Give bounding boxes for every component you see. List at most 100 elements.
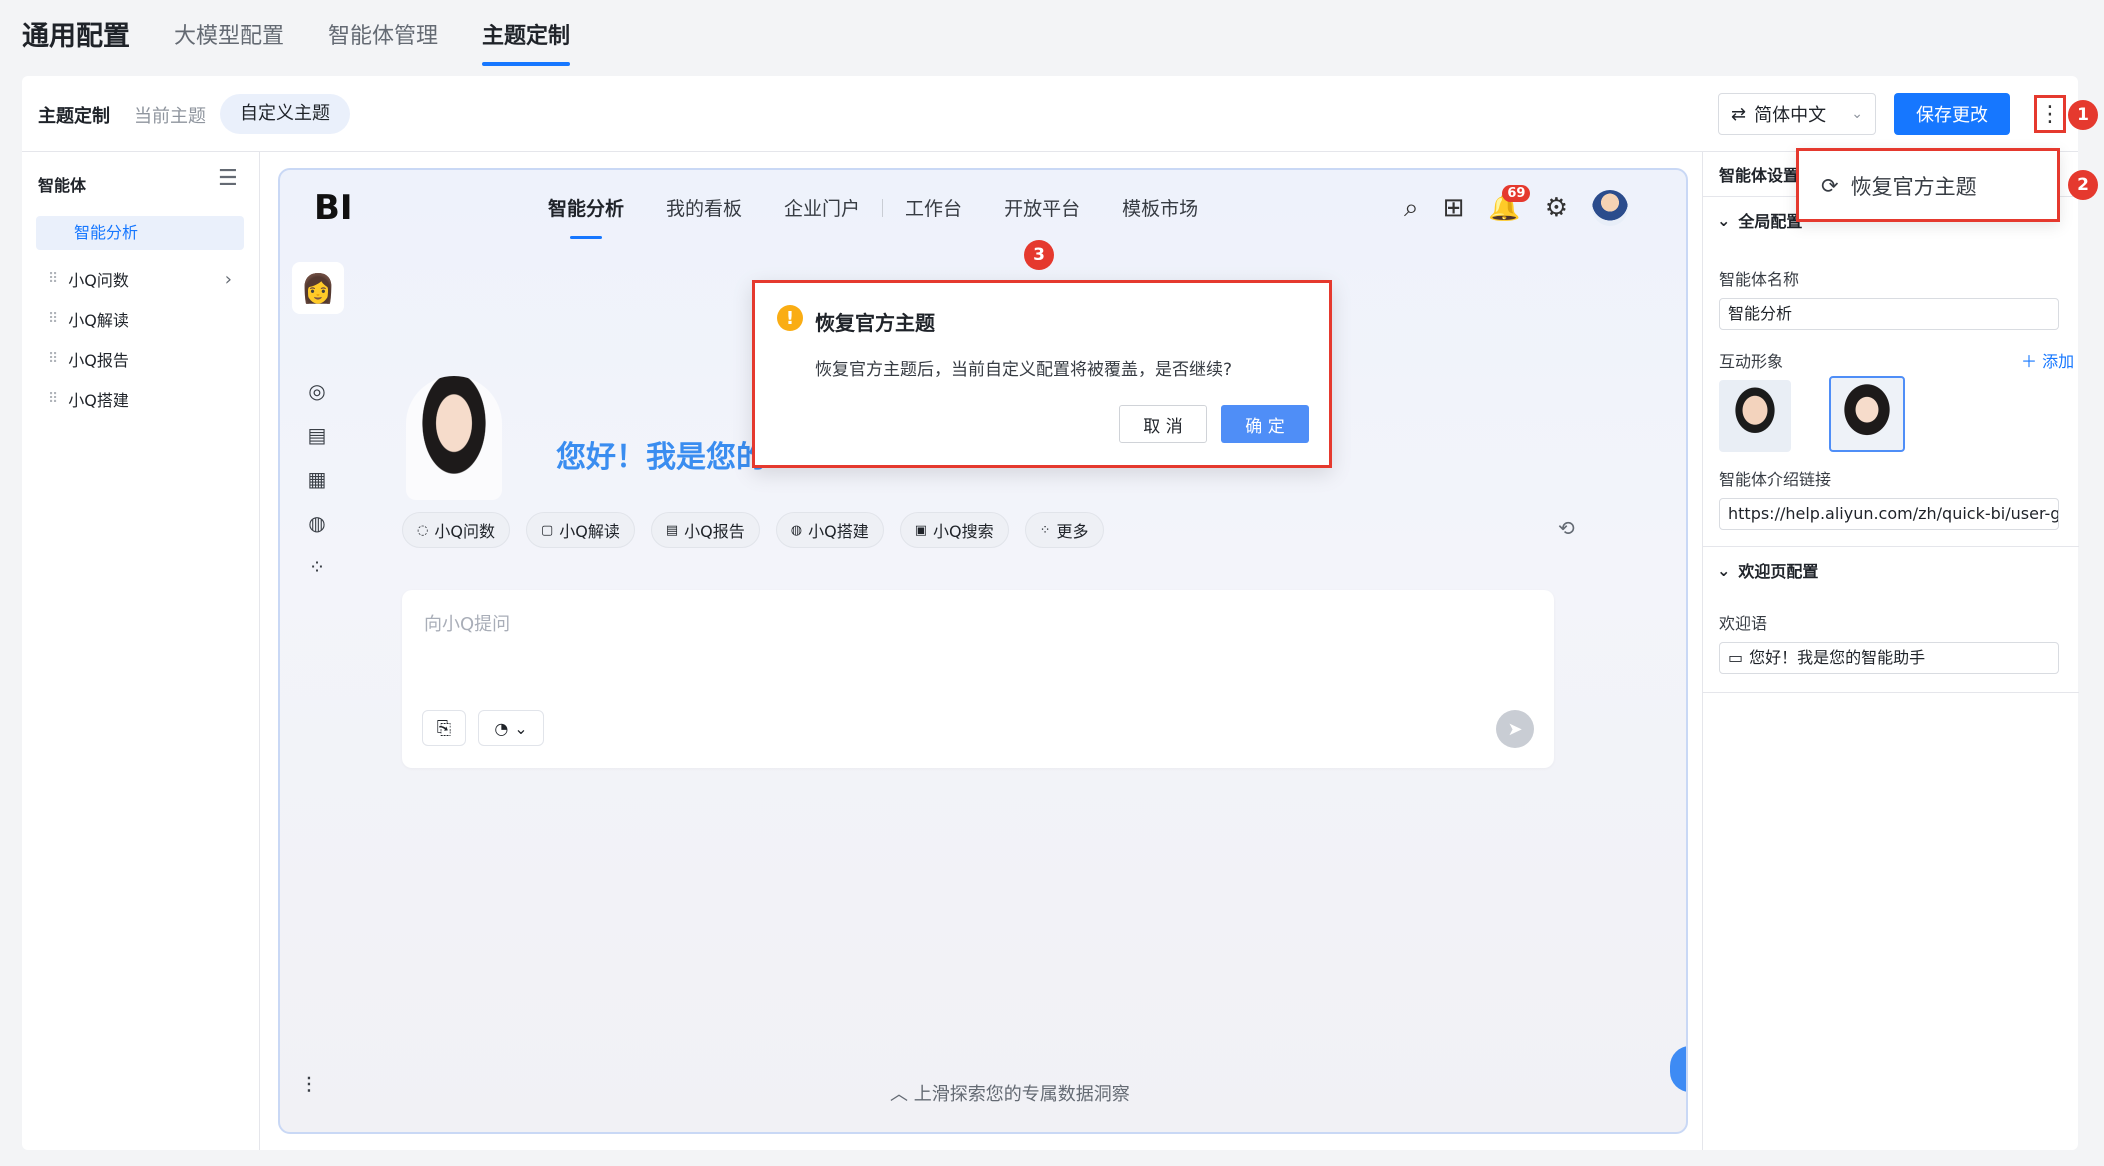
dialog-title: 恢复官方主题 — [815, 311, 935, 335]
language-value: 简体中文 — [1754, 105, 1827, 126]
tab-custom-theme[interactable]: 自定义主题 — [220, 94, 350, 134]
greeting-text: 您好！我是您的 — [556, 440, 766, 475]
sliders-icon[interactable]: ⫶ — [306, 1074, 312, 1099]
tab-current-theme[interactable]: 当前主题 — [134, 102, 206, 128]
left-sidebar: 智能体 ☰ 智能分析 ⠿ 小Q问数 › ⠿ 小Q解读 ⠿ 小Q报告 ⠿ 小Q搭建 — [22, 152, 260, 1150]
chip-xiaoq-report[interactable]: ▤ 小Q报告 — [650, 512, 760, 548]
panel-title: 智能体设置 — [1719, 166, 1800, 185]
chip-label: 小Q搭建 — [808, 522, 869, 541]
translate-icon: ⇄ — [1731, 103, 1747, 125]
chip-xiaoq-search[interactable]: ▣ 小Q搜索 — [899, 512, 1009, 548]
preview-nav: 智能分析 我的看板 企业门户 工作台 开放平台 模板市场 — [548, 194, 1198, 239]
agent-avatar[interactable]: 👩 — [292, 262, 344, 314]
sidebar-item-xiaoq-interpret[interactable]: ⠿ 小Q解读 — [36, 302, 244, 336]
history-icon[interactable]: ⟲ — [1558, 516, 1575, 540]
confirm-dialog: ! 恢复官方主题 恢复官方主题后，当前自定义配置将被覆盖，是否继续? 取 消 确… — [752, 280, 1332, 468]
apps-grid-icon[interactable]: ⊞ — [1443, 193, 1465, 223]
main-panel: 主题定制 当前主题 自定义主题 ⇄ 简体中文 ⌄ 保存更改 ⋮ 智能体 ☰ 智能… — [22, 76, 2079, 1150]
chevron-down-icon: ⌄ — [1717, 560, 1731, 580]
nav-workbench[interactable]: 工作台 — [905, 194, 962, 221]
drag-handle-icon[interactable]: ⠿ — [48, 351, 58, 367]
intro-link-input[interactable]: https://help.aliyun.com/zh/quick-bi/user… — [1719, 498, 2059, 530]
section-welcome-config[interactable]: ⌄ 欢迎页配置 — [1717, 558, 1818, 582]
tab-model-config[interactable]: 大模型配置 — [174, 18, 284, 58]
scroll-hint: ︿ 上滑探索您的专属数据洞察 — [890, 1084, 1130, 1105]
refresh-icon: ⟳ — [1821, 174, 1839, 198]
gear-icon[interactable]: ⚙ — [1545, 193, 1568, 223]
send-icon[interactable]: ➤ — [1496, 710, 1534, 748]
avatar-option-male[interactable] — [1719, 380, 1791, 452]
collapse-sidebar-icon[interactable]: ☰ — [218, 166, 238, 191]
tab-theme-custom[interactable]: 主题定制 — [482, 18, 571, 66]
chip-xiaoq-build[interactable]: ◍ 小Q搭建 — [775, 512, 884, 548]
drag-handle-icon[interactable]: ⠿ — [48, 391, 58, 407]
avatar-label: 互动形象 — [1719, 352, 1784, 371]
nav-smart-analysis[interactable]: 智能分析 — [548, 194, 624, 239]
sidebar-item-smart-analysis[interactable]: 智能分析 — [36, 216, 244, 250]
language-select[interactable]: ⇄ 简体中文 ⌄ — [1718, 93, 1876, 135]
sidebar-item-xiaoq-build[interactable]: ⠿ 小Q搭建 — [36, 382, 244, 416]
agent-name-input[interactable]: 智能分析 — [1719, 298, 2059, 330]
query-icon: ◌ — [417, 522, 429, 538]
menu-item-label: 恢复官方主题 — [1850, 175, 1977, 199]
tab-agent-management[interactable]: 智能体管理 — [328, 18, 438, 58]
chip-xiaoq-query[interactable]: ◌ 小Q问数 — [402, 512, 510, 548]
user-avatar[interactable] — [1592, 190, 1629, 226]
chevron-down-icon: ⌄ — [514, 718, 528, 738]
nav-my-dashboard[interactable]: 我的看板 — [666, 194, 742, 221]
section-global-config[interactable]: ⌄ 全局配置 — [1717, 208, 1802, 232]
more-apps-icon[interactable]: ⁘ — [304, 554, 330, 580]
build-icon[interactable]: ◍ — [304, 510, 330, 536]
book-icon[interactable]: ▤ — [304, 422, 330, 448]
floating-assistant-button[interactable] — [1670, 1046, 1686, 1092]
add-avatar-button[interactable]: ＋ 添加 — [2021, 348, 2074, 372]
chevron-right-icon[interactable]: › — [225, 269, 232, 290]
chip-more[interactable]: ⁘ 更多 — [1024, 512, 1104, 548]
nav-template-market[interactable]: 模板市场 — [1122, 194, 1198, 221]
sidebar-item-xiaoq-report[interactable]: ⠿ 小Q报告 — [36, 342, 244, 376]
welcome-label: 欢迎语 — [1719, 614, 1768, 633]
intro-link-label: 智能体介绍链接 — [1719, 470, 1832, 489]
sidebar-title: 智能体 — [38, 176, 87, 195]
cancel-button[interactable]: 取 消 — [1119, 405, 1207, 443]
sidebar-item-label: 小Q报告 — [68, 351, 129, 370]
attach-icon[interactable]: ⎘ — [422, 710, 466, 746]
preview-sidebar: 👩 ◎ ▤ ▦ ◍ ⁘ — [280, 246, 352, 1132]
chip-label: 更多 — [1056, 522, 1089, 541]
agent-name-label: 智能体名称 — [1719, 270, 1800, 289]
report-icon: ▤ — [665, 522, 679, 538]
model-select[interactable]: ◔ ⌄ — [478, 710, 544, 746]
nav-enterprise-portal[interactable]: 企业门户 — [784, 194, 860, 221]
chip-label: 小Q搜索 — [933, 522, 994, 541]
confirm-button[interactable]: 确 定 — [1221, 405, 1309, 443]
menu-item-restore-official-theme[interactable]: ⟳ 恢复官方主题 — [1821, 171, 1977, 201]
sidebar-item-label: 小Q搭建 — [68, 391, 129, 410]
search-icon[interactable]: ⌕ — [1404, 193, 1419, 224]
sidebar-item-label: 小Q解读 — [68, 311, 129, 330]
bell-icon[interactable]: 🔔 69 — [1488, 185, 1531, 223]
drag-handle-icon[interactable]: ⠿ — [48, 271, 58, 287]
chat-icon[interactable]: ◎ — [304, 378, 330, 404]
save-button[interactable]: 保存更改 — [1894, 93, 2010, 135]
annotation-badge-2: 2 — [2068, 170, 2098, 200]
more-options-icon[interactable]: ⋮ — [2034, 95, 2066, 133]
welcome-input[interactable]: ▭ 您好！我是您的智能助手 — [1719, 642, 2059, 674]
quick-chips: ◌ 小Q问数 ▢ 小Q解读 ▤ 小Q报告 ◍ 小Q搭建 ▣ 小Q搜索 ⁘ 更多 — [402, 512, 1104, 548]
avatar-option-female-selected[interactable] — [1829, 376, 1905, 452]
nav-open-platform[interactable]: 开放平台 — [1004, 194, 1080, 221]
welcome-value: 您好！我是您的智能助手 — [1749, 648, 1926, 667]
sidebar-item-xiaoq-query[interactable]: ⠿ 小Q问数 › — [36, 262, 244, 296]
chevron-down-icon: ⌄ — [1717, 210, 1731, 230]
chat-input-box[interactable]: 向小Q提问 ⎘ ◔ ⌄ ➤ — [402, 590, 1554, 768]
build-icon: ◍ — [790, 522, 803, 538]
chip-label: 小Q问数 — [434, 522, 495, 541]
chat-input-placeholder[interactable]: 向小Q提问 — [424, 610, 510, 636]
drag-handle-icon[interactable]: ⠿ — [48, 311, 58, 327]
divider — [1703, 546, 2079, 547]
chip-xiaoq-interpret[interactable]: ▢ 小Q解读 — [525, 512, 635, 548]
more-options-dropdown: ⟳ 恢复官方主题 — [1796, 148, 2060, 222]
book-icon: ▢ — [540, 522, 554, 538]
top-tabs: 通用配置 大模型配置 智能体管理 主题定制 — [22, 18, 571, 66]
report-icon[interactable]: ▦ — [304, 466, 330, 492]
tab-general-config[interactable]: 通用配置 — [22, 18, 130, 58]
